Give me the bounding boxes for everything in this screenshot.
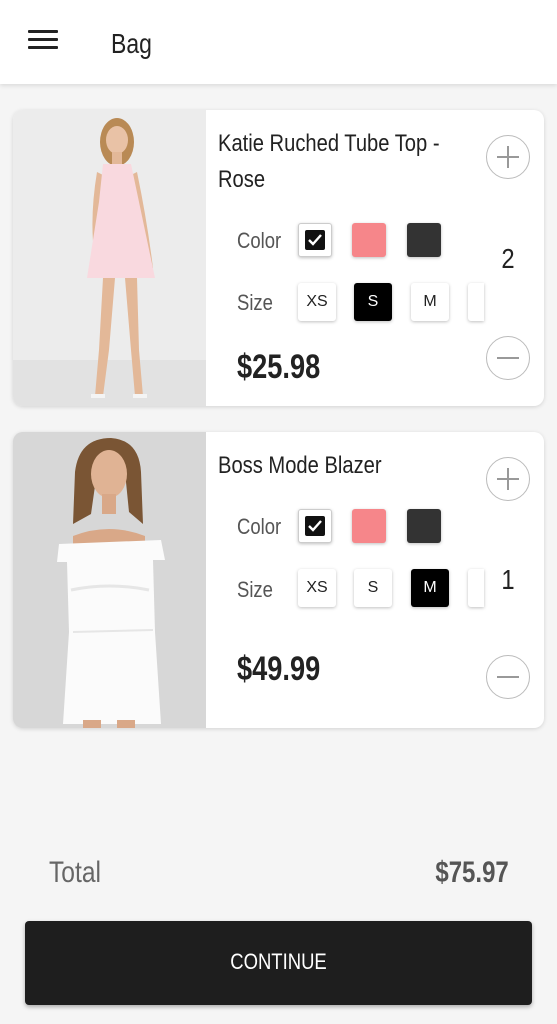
- product-name: Boss Mode Blazer: [218, 452, 382, 479]
- size-option-more[interactable]: [468, 569, 484, 607]
- hamburger-menu-icon[interactable]: [28, 28, 60, 52]
- bag-item-card: Katie Ruched Tube Top - Rose Color Size …: [13, 110, 544, 406]
- product-price: $25.98: [237, 348, 321, 386]
- checkmark-icon: [305, 516, 325, 536]
- color-label: Color: [237, 228, 282, 253]
- size-option-s[interactable]: S: [354, 283, 392, 321]
- color-swatch-white[interactable]: [298, 223, 332, 257]
- size-label: Size: [237, 577, 273, 602]
- continue-button-label: CONTINUE: [230, 949, 327, 974]
- continue-button[interactable]: CONTINUE: [25, 921, 532, 1005]
- increase-quantity-button[interactable]: [486, 135, 530, 179]
- size-option-m[interactable]: M: [411, 569, 449, 607]
- quantity-value: 1: [501, 564, 515, 595]
- quantity-value: 2: [501, 243, 515, 274]
- product-price: $49.99: [237, 650, 321, 688]
- color-label: Color: [237, 514, 282, 539]
- app-bar: Bag: [0, 0, 557, 84]
- size-option-s[interactable]: S: [354, 569, 392, 607]
- size-option-xs[interactable]: XS: [298, 569, 336, 607]
- bag-item-card: Boss Mode Blazer Color Size XS S M $49.9…: [13, 432, 544, 728]
- size-option-xs[interactable]: XS: [298, 283, 336, 321]
- color-swatch-white[interactable]: [298, 509, 332, 543]
- product-image: [13, 432, 206, 728]
- color-swatch-pink[interactable]: [352, 509, 386, 543]
- total-value: $75.97: [435, 856, 509, 889]
- decrease-quantity-button[interactable]: [486, 336, 530, 380]
- total-label: Total: [49, 856, 101, 889]
- size-option-m[interactable]: M: [411, 283, 449, 321]
- size-option-more[interactable]: [468, 283, 484, 321]
- product-name: Katie Ruched Tube Top - Rose: [218, 130, 440, 193]
- page-title: Bag: [111, 28, 152, 59]
- color-swatch-pink[interactable]: [352, 223, 386, 257]
- color-swatch-dark[interactable]: [407, 223, 441, 257]
- decrease-quantity-button[interactable]: [486, 655, 530, 699]
- size-label: Size: [237, 290, 273, 315]
- checkmark-icon: [305, 230, 325, 250]
- product-image: [13, 110, 206, 406]
- increase-quantity-button[interactable]: [486, 457, 530, 501]
- color-swatch-dark[interactable]: [407, 509, 441, 543]
